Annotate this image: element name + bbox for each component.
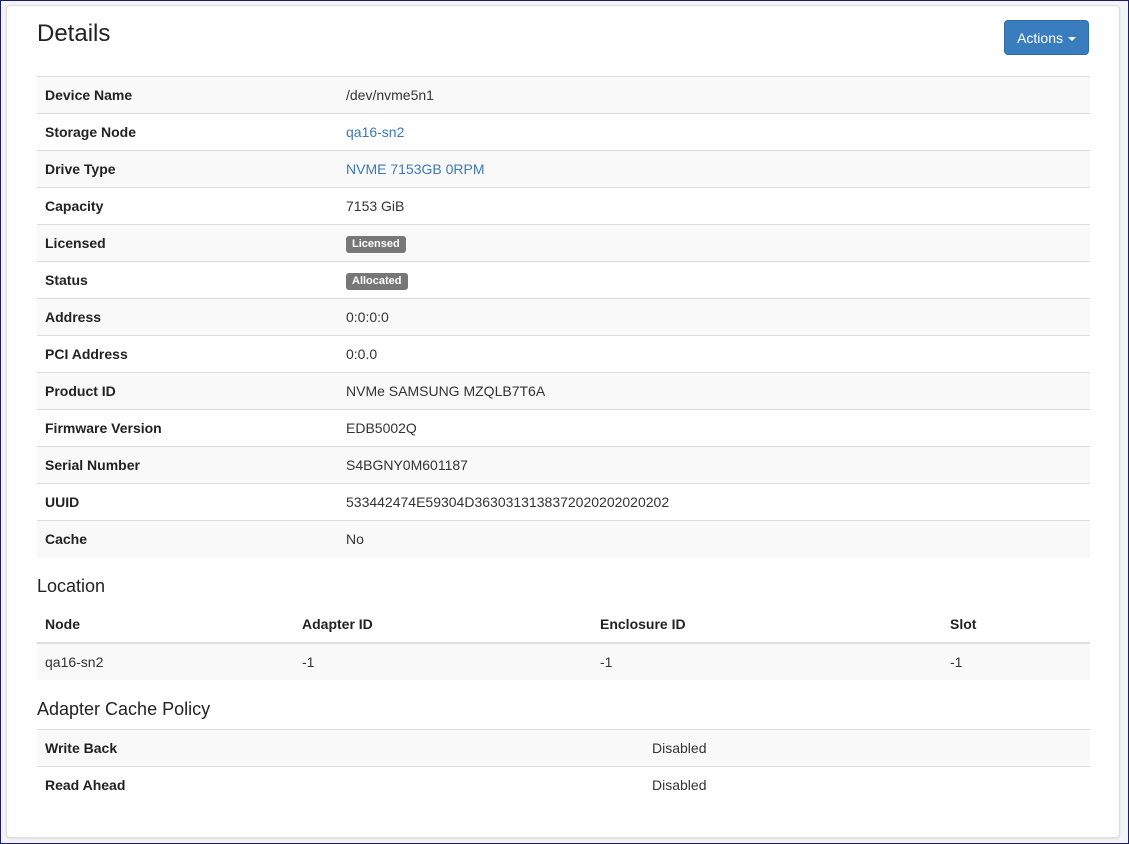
- detail-value-cell: NVME 7153GB 0RPM: [338, 151, 1090, 188]
- col-enclosure-id: Enclosure ID: [592, 606, 942, 644]
- location-title: Location: [37, 576, 106, 596]
- table-row: qa16-sn2 -1 -1 -1: [37, 643, 1090, 680]
- table-row: Read Ahead Disabled: [37, 766, 1090, 804]
- detail-key: Status: [45, 272, 88, 288]
- window-frame: Details Actions Device Name/dev/nvme5n1 S…: [0, 0, 1129, 844]
- detail-value: EDB5002Q: [346, 420, 417, 436]
- detail-key: Address: [45, 309, 102, 325]
- detail-value-cell: NVMe SAMSUNG MZQLB7T6A: [338, 373, 1090, 410]
- detail-link[interactable]: NVME 7153GB 0RPM: [346, 161, 485, 177]
- detail-key: UUID: [45, 494, 80, 510]
- detail-value-cell: 0:0:0:0: [338, 299, 1090, 336]
- detail-value: 7153 GiB: [346, 198, 405, 214]
- col-node: Node: [37, 606, 294, 644]
- location-enclosure-id: -1: [592, 643, 942, 680]
- detail-key: Serial Number: [45, 457, 140, 473]
- detail-value: S4BGNY0M601187: [346, 457, 468, 473]
- detail-value: NVMe SAMSUNG MZQLB7T6A: [346, 383, 546, 399]
- table-row: Cache No: [37, 520, 1090, 558]
- detail-key: Storage Node: [45, 124, 137, 140]
- detail-key: Firmware Version: [45, 420, 162, 436]
- detail-value-cell: EDB5002Q: [338, 410, 1090, 447]
- detail-key: Device Name: [45, 87, 133, 103]
- location-node: qa16-sn2: [37, 643, 294, 680]
- table-row: Address 0:0:0:0: [37, 298, 1090, 336]
- detail-value-cell: No: [338, 521, 1090, 558]
- table-row: PCI Address 0:0.0: [37, 335, 1090, 373]
- detail-link[interactable]: qa16-sn2: [346, 124, 404, 140]
- table-row: Device Name/dev/nvme5n1: [37, 76, 1090, 114]
- table-row: Write Back Disabled: [37, 729, 1090, 767]
- detail-value-cell: 7153 GiB: [338, 188, 1090, 225]
- detail-key: Product ID: [45, 383, 116, 399]
- actions-label: Actions: [1017, 29, 1063, 46]
- cache-key: Read Ahead: [45, 777, 126, 794]
- detail-value-cell: Allocated: [338, 262, 1090, 299]
- detail-value: 533442474E59304D363031313837202020202020…: [346, 494, 670, 510]
- detail-value: /dev/nvme5n1: [346, 87, 434, 103]
- detail-key: Capacity: [45, 198, 104, 214]
- table-row: Status Allocated: [37, 261, 1090, 299]
- detail-value-cell: S4BGNY0M601187: [338, 447, 1090, 484]
- actions-dropdown-button[interactable]: Actions: [1004, 20, 1089, 55]
- detail-value-cell: Licensed: [338, 225, 1090, 262]
- detail-key: Cache: [45, 531, 88, 548]
- detail-value: 0:0.0: [346, 346, 378, 362]
- detail-key: Licensed: [45, 235, 106, 251]
- status-badge: Allocated: [346, 272, 408, 290]
- table-row: Product ID NVMe SAMSUNG MZQLB7T6A: [37, 372, 1090, 410]
- location-slot: -1: [942, 643, 1090, 680]
- table-row: Drive Type NVME 7153GB 0RPM: [37, 150, 1090, 188]
- col-slot: Slot: [942, 606, 1090, 644]
- detail-value: 0:0:0:0: [346, 309, 389, 325]
- location-header-row: Node Adapter ID Enclosure ID Slot: [37, 606, 1090, 644]
- table-row: Capacity 7153 GiB: [37, 187, 1090, 225]
- table-row: Storage Node qa16-sn2: [37, 113, 1090, 151]
- detail-value-cell: 533442474E59304D363031313837202020202020…: [338, 484, 1090, 521]
- table-row: UUID 533442474E59304D36303131383720202020…: [37, 483, 1090, 521]
- location-table: Node Adapter ID Enclosure ID Slot qa16-s…: [37, 606, 1090, 680]
- details-panel: Details Actions Device Name/dev/nvme5n1 S…: [6, 5, 1120, 838]
- table-row: Serial Number S4BGNY0M601187: [37, 446, 1090, 484]
- cache-key: Write Back: [45, 740, 118, 756]
- col-adapter-id: Adapter ID: [294, 606, 592, 644]
- adapter-cache-table: Write Back Disabled Read Ahead Disabled: [37, 729, 1090, 804]
- adapter-cache-title: Adapter Cache Policy: [37, 699, 211, 719]
- detail-value-cell: qa16-sn2: [338, 114, 1090, 151]
- cache-value: Disabled: [652, 777, 707, 794]
- table-row: Licensed Licensed: [37, 224, 1090, 262]
- cache-value: Disabled: [652, 740, 707, 756]
- detail-key: Drive Type: [45, 161, 116, 177]
- status-badge: Licensed: [346, 235, 406, 253]
- table-row: Firmware Version EDB5002Q: [37, 409, 1090, 447]
- detail-key: PCI Address: [45, 346, 128, 362]
- details-table: Device Name/dev/nvme5n1 Storage Node qa16-…: [37, 76, 1090, 558]
- detail-value: No: [346, 531, 364, 548]
- caret-down-icon: [1068, 36, 1076, 41]
- detail-value-cell: 0:0.0: [338, 336, 1090, 373]
- location-adapter-id: -1: [294, 643, 592, 680]
- page-title: Details: [37, 20, 111, 47]
- detail-value-cell: /dev/nvme5n1: [338, 77, 1090, 114]
